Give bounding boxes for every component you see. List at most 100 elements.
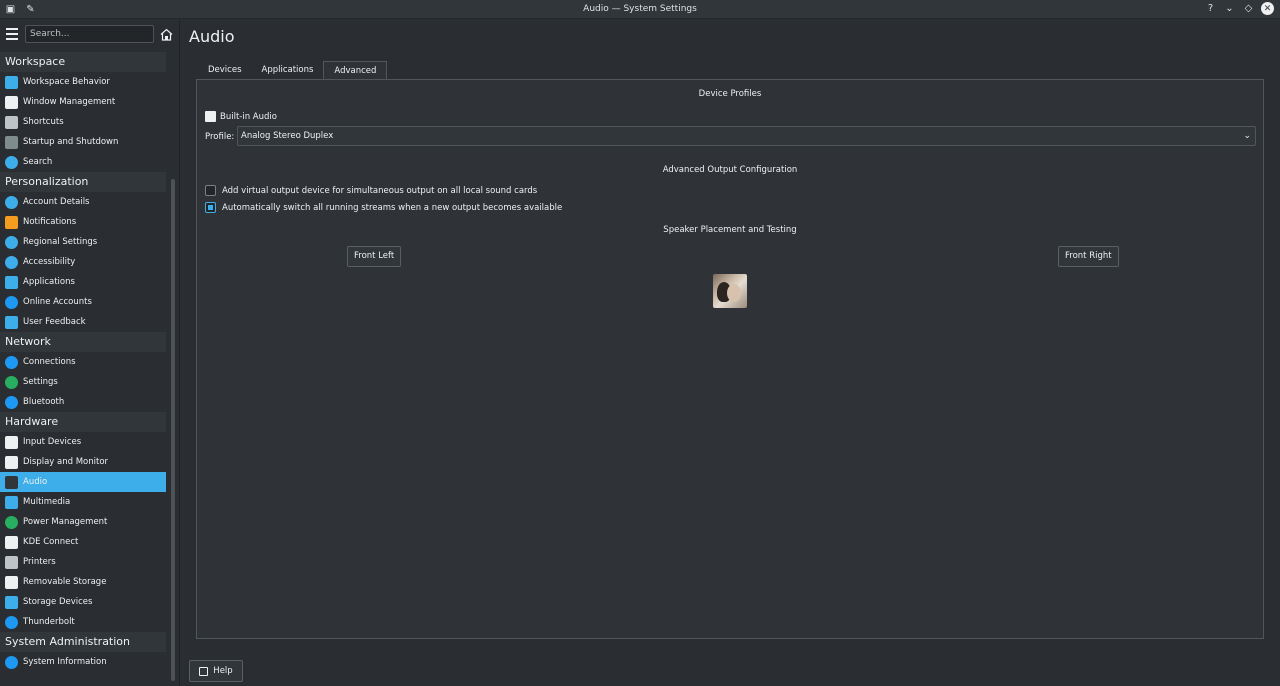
sidebar-item-user-feedback[interactable]: User Feedback: [0, 312, 166, 332]
sidebar-item-startup-and-shutdown[interactable]: Startup and Shutdown: [0, 132, 166, 152]
sidebar-item-regional-settings[interactable]: Regional Settings: [0, 232, 166, 252]
sidebar-item-label: User Feedback: [23, 317, 86, 327]
minimize-icon[interactable]: ⌄: [1223, 2, 1236, 15]
sidebar-item-label: Search: [23, 157, 53, 167]
maximize-icon[interactable]: ◇: [1242, 2, 1255, 15]
accessibility-icon: [5, 255, 18, 269]
main-content: Audio Devices Applications Advanced Devi…: [181, 19, 1280, 686]
device-profiles-heading: Device Profiles: [698, 89, 762, 99]
advanced-panel: Device Profiles Built-in Audio Profile: …: [196, 79, 1264, 639]
tab-bar: Devices Applications Advanced: [198, 61, 388, 80]
applications-icon: [5, 275, 18, 289]
sidebar-item-label: Accessibility: [23, 257, 76, 267]
help-icon: [199, 666, 209, 676]
sidebar-item-connections[interactable]: Connections: [0, 352, 166, 372]
phone-icon: [5, 535, 18, 549]
help-icon[interactable]: ?: [1204, 2, 1217, 15]
help-button[interactable]: Help: [189, 660, 243, 682]
auto-switch-label: Automatically switch all running streams…: [222, 202, 563, 213]
sound-card-name: Built-in Audio: [220, 111, 277, 122]
chevron-down-icon: ⌄: [1243, 131, 1251, 141]
sidebar-category: System Administration: [0, 632, 166, 652]
window-management-icon: [5, 95, 18, 109]
thunderbolt-icon: [5, 615, 18, 629]
multimedia-icon: [5, 495, 18, 509]
sidebar-item-bluetooth[interactable]: Bluetooth: [0, 392, 166, 412]
sidebar-item-thunderbolt[interactable]: Thunderbolt: [0, 612, 166, 632]
bluetooth-icon: [5, 395, 18, 409]
sidebar-item-label: Removable Storage: [23, 577, 107, 587]
globe-icon: [5, 355, 18, 369]
sidebar-item-label: Startup and Shutdown: [23, 137, 119, 147]
sidebar: Workspace Workspace Behavior Window Manage…: [0, 19, 180, 686]
sidebar-category: Personalization: [0, 172, 166, 192]
tab-devices[interactable]: Devices: [198, 61, 252, 79]
sidebar-item-printers[interactable]: Printers: [0, 552, 166, 572]
sidebar-item-removable-storage[interactable]: Removable Storage: [0, 572, 166, 592]
sidebar-item-online-accounts[interactable]: Online Accounts: [0, 292, 166, 312]
printer-icon: [5, 555, 18, 569]
bell-icon: [5, 215, 18, 229]
profile-select[interactable]: Analog Stereo Duplex ⌄: [237, 126, 1256, 146]
sidebar-item-label: Account Details: [23, 197, 90, 207]
online-accounts-icon: [5, 295, 18, 309]
sidebar-item-label: Display and Monitor: [23, 457, 109, 467]
sidebar-category: Network: [0, 332, 166, 352]
monitor-icon: [5, 455, 18, 469]
sidebar-item-label: Power Management: [23, 517, 108, 527]
audio-card-icon: [205, 111, 216, 122]
sidebar-item-window-management[interactable]: Window Management: [0, 92, 166, 112]
advanced-output-heading: Advanced Output Configuration: [662, 165, 798, 175]
sidebar-item-shortcuts[interactable]: Shortcuts: [0, 112, 166, 132]
sidebar-item-applications[interactable]: Applications: [0, 272, 166, 292]
sidebar-item-label: Settings: [23, 377, 58, 387]
user-icon: [5, 195, 18, 209]
auto-switch-checkbox[interactable]: [205, 202, 216, 213]
sidebar-item-label: Notifications: [23, 217, 77, 227]
sidebar-list: Workspace Workspace Behavior Window Manage…: [0, 52, 166, 672]
power-icon: [5, 515, 18, 529]
sidebar-item-multimedia[interactable]: Multimedia: [0, 492, 166, 512]
sidebar-scrollbar[interactable]: [171, 179, 175, 681]
sidebar-item-label: Regional Settings: [23, 237, 98, 247]
hamburger-menu-icon[interactable]: [6, 28, 18, 40]
virtual-output-checkbox[interactable]: [205, 185, 216, 196]
front-left-button[interactable]: Front Left: [347, 246, 402, 267]
speaker-icon: [5, 475, 18, 489]
search-input[interactable]: [25, 25, 154, 43]
auto-switch-row[interactable]: Automatically switch all running streams…: [205, 202, 562, 213]
sidebar-item-input-devices[interactable]: Input Devices: [0, 432, 166, 452]
sidebar-item-label: Thunderbolt: [23, 617, 75, 627]
sidebar-item-label: Workspace Behavior: [23, 77, 110, 87]
sidebar-item-accessibility[interactable]: Accessibility: [0, 252, 166, 272]
sidebar-item-display-and-monitor[interactable]: Display and Monitor: [0, 452, 166, 472]
sidebar-item-storage-devices[interactable]: Storage Devices: [0, 592, 166, 612]
sidebar-item-label: Window Management: [23, 97, 116, 107]
tab-advanced[interactable]: Advanced: [323, 61, 388, 80]
sidebar-item-label: Bluetooth: [23, 397, 65, 407]
sidebar-item-search[interactable]: Search: [0, 152, 166, 172]
close-icon[interactable]: ✕: [1261, 2, 1274, 15]
virtual-output-row[interactable]: Add virtual output device for simultaneo…: [205, 185, 537, 196]
sidebar-item-system-information[interactable]: System Information: [0, 652, 166, 672]
info-icon: [5, 655, 18, 669]
sidebar-item-notifications[interactable]: Notifications: [0, 212, 166, 232]
sidebar-item-settings[interactable]: Settings: [0, 372, 166, 392]
sidebar-item-label: KDE Connect: [23, 537, 79, 547]
speaker-placement-heading: Speaker Placement and Testing: [663, 225, 797, 235]
sidebar-item-kde-connect[interactable]: KDE Connect: [0, 532, 166, 552]
tab-applications[interactable]: Applications: [252, 61, 324, 79]
sidebar-item-workspace-behavior[interactable]: Workspace Behavior: [0, 72, 166, 92]
sidebar-category: Workspace: [0, 52, 166, 72]
workspace-behavior-icon: [5, 75, 18, 89]
page-title: Audio: [189, 27, 235, 46]
feedback-icon: [5, 315, 18, 329]
sidebar-item-audio[interactable]: Audio: [0, 472, 166, 492]
sidebar-item-power-management[interactable]: Power Management: [0, 512, 166, 532]
sidebar-item-label: Online Accounts: [23, 297, 92, 307]
home-icon[interactable]: [160, 28, 173, 41]
front-right-button[interactable]: Front Right: [1058, 246, 1119, 267]
sidebar-item-label: System Information: [23, 657, 107, 667]
sidebar-item-account-details[interactable]: Account Details: [0, 192, 166, 212]
window-titlebar: ▣ ✎ Audio — System Settings ? ⌄ ◇ ✕: [0, 0, 1280, 19]
